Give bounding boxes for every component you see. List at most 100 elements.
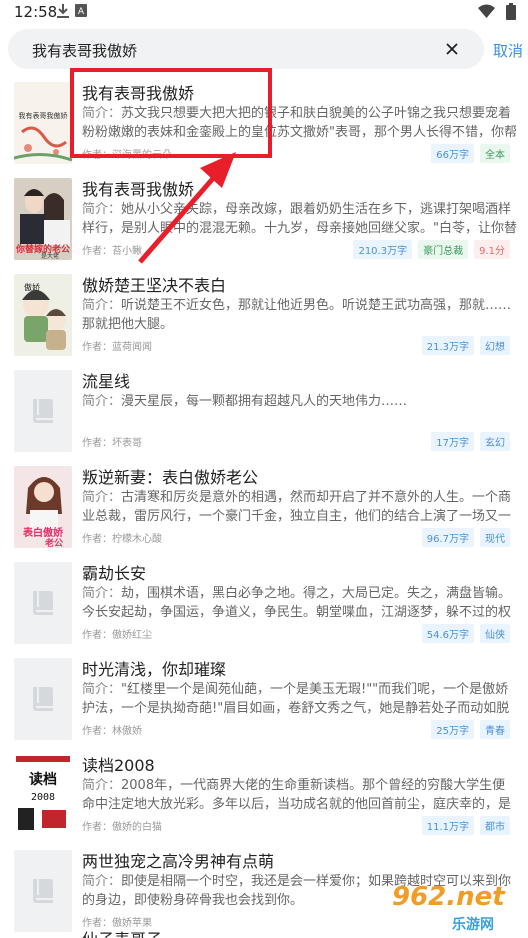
search-query-text: 我有表哥我傲娇: [32, 42, 138, 60]
book-author: 作者：柠檬木心酸: [82, 534, 162, 545]
desc-label: 简介：: [82, 202, 122, 217]
book-desc: 简介：2008年，一代商界大佬的生命重新读档。那个曾经的穷酸大学生便命中注定地大…: [82, 776, 518, 814]
clear-icon[interactable]: [444, 41, 460, 57]
word-count-tag: 210.3万字: [353, 240, 413, 259]
tag-group: 66万字 全本: [431, 144, 510, 163]
status-bar: 12:58 A: [0, 0, 528, 24]
book-title: 霸劫长安: [82, 564, 147, 583]
desc-label: 简介：: [82, 490, 122, 505]
book-desc: 简介：劫，围棋术语，黑白必争之地。得之，大局已定。失之，满盘皆输。今长安起劫，争…: [82, 584, 518, 622]
book-title: 流星线: [82, 372, 131, 391]
book-icon: [33, 879, 53, 903]
next-item-title-peek: 仙子表哥子: [82, 926, 162, 938]
book-cover-placeholder: [14, 370, 72, 452]
word-count-tag: 66万字: [431, 144, 474, 163]
category-tag: 现代: [480, 528, 510, 547]
svg-text:2008: 2008: [31, 792, 55, 803]
desc-label: 简介：: [82, 394, 122, 409]
status-tag: 全本: [480, 144, 510, 163]
book-author: 作者：苔小鳅: [82, 246, 142, 257]
word-count-tag: 21.3万字: [421, 336, 474, 355]
book-cover: 读档 2008: [14, 754, 72, 836]
desc-label: 简介：: [82, 874, 122, 889]
book-title: 两世独宠之高冷男神有点萌: [82, 852, 275, 871]
book-icon: [33, 687, 53, 711]
desc-label: 简介：: [82, 586, 122, 601]
svg-text:表白傲娇: 表白傲娇: [22, 526, 64, 539]
book-title: 读档2008: [82, 756, 155, 775]
battery-icon: [506, 3, 516, 20]
book-author: 作者：傲娇的白猫: [82, 822, 162, 833]
highlight-box: [70, 68, 272, 158]
result-item[interactable]: 霸劫长安 简介：劫，围棋术语，黑白必争之地。得之，大局已定。失之，满盘皆输。今长…: [0, 556, 528, 652]
book-title: 叛逆新妻：表白傲娇老公: [82, 468, 259, 487]
svg-text:我有表哥我傲娇: 我有表哥我傲娇: [19, 111, 68, 120]
book-cover: 傲娇: [14, 274, 72, 356]
book-desc: 简介：漫天星辰，每一颗都拥有超越凡人的天地伟力……: [82, 392, 518, 430]
desc-label: 简介：: [82, 778, 122, 793]
book-author: 作者：傲娇红尘: [82, 630, 152, 641]
svg-text:老公: 老公: [44, 537, 63, 548]
result-item[interactable]: 流星线 简介：漫天星辰，每一颗都拥有超越凡人的天地伟力…… 作者：坏表哥 17万…: [0, 364, 528, 460]
book-desc: 简介：听说楚王不近女色，那就让他近男色。听说楚王武功高强，那就……那就把他大腿。: [82, 296, 518, 334]
wifi-icon: [478, 4, 495, 18]
tag-group: 17万字 玄幻: [431, 432, 510, 451]
site-watermark: 962.net 乐游网: [392, 880, 522, 936]
svg-text:读档: 读档: [29, 771, 57, 788]
result-item[interactable]: 时光清浅，你却璀璨 简介："红楼里一个是阆苑仙葩，一个是美玉无瑕!""而我们呢，…: [0, 652, 528, 748]
category-tag: 仙侠: [480, 624, 510, 643]
svg-text:是大佬: 是大佬: [41, 252, 59, 260]
book-desc: 简介："红楼里一个是阆苑仙葩，一个是美玉无瑕!""而我们呢，一个是傲娇护法，一个…: [82, 680, 518, 718]
tag-group: 96.7万字 现代: [421, 528, 510, 547]
desc-text: 漫天星辰，每一颗都拥有超越凡人的天地伟力……: [121, 394, 408, 409]
book-author: 作者：蓝荷闻闻: [82, 342, 152, 353]
book-cover-placeholder: [14, 658, 72, 740]
result-item[interactable]: 你替嫁的老公 是大佬 我有表哥我傲娇 简介：她从小父亲失踪，母亲改嫁，跟着奶奶生…: [0, 172, 528, 268]
result-item[interactable]: 读档 2008 读档2008 简介：2008年，一代商界大佬的生命重新读档。那个…: [0, 748, 528, 844]
book-cover: 我有表哥我傲娇: [14, 82, 72, 164]
watermark-brand: 962.net: [392, 882, 505, 912]
download-icon: [57, 4, 69, 18]
book-cover: 表白傲娇 老公: [14, 466, 72, 548]
svg-text:傲娇: 傲娇: [24, 282, 40, 292]
category-tag: 幻想: [480, 336, 510, 355]
desc-text: "红楼里一个是阆苑仙葩，一个是美玉无瑕!""而我们呢，一个是傲娇护法，一个是执拗…: [82, 682, 510, 716]
result-item[interactable]: 傲娇 傲娇楚王坚决不表白 简介：听说楚王不近女色，那就让他近男色。听说楚王武功高…: [0, 268, 528, 364]
tag-group: 25万字 青春: [431, 720, 510, 739]
word-count-tag: 25万字: [431, 720, 474, 739]
search-input[interactable]: 我有表哥我傲娇: [8, 29, 484, 69]
book-author: 作者：林傲娇: [82, 726, 142, 737]
app-a-icon: A: [75, 4, 87, 17]
category-tag: 豪门总裁: [418, 240, 469, 259]
category-tag: 青春: [480, 720, 510, 739]
tag-group: 11.1万字 都市: [421, 816, 510, 835]
desc-text: 2008年，一代商界大佬的生命重新读档。那个曾经的穷酸大学生便命中注定地大放光彩…: [82, 778, 512, 812]
cancel-button[interactable]: 取消: [493, 40, 523, 61]
book-cover-placeholder: [14, 562, 72, 644]
book-icon: [33, 591, 53, 615]
book-author: 作者：坏表哥: [82, 438, 142, 449]
book-cover: 你替嫁的老公 是大佬: [14, 178, 72, 260]
result-item[interactable]: 表白傲娇 老公 叛逆新妻：表白傲娇老公 简介：古清寒和厉炎是意外的相遇，然而却开…: [0, 460, 528, 556]
desc-text: 古清寒和厉炎是意外的相遇，然而却开启了并不意外的人生。一个商业总裁，雷厉风行，一…: [82, 490, 512, 524]
tag-group: 21.3万字 幻想: [421, 336, 510, 355]
category-tag: 玄幻: [480, 432, 510, 451]
tag-group: 54.6万字 仙侠: [421, 624, 510, 643]
book-title: 傲娇楚王坚决不表白: [82, 276, 227, 295]
word-count-tag: 11.1万字: [421, 816, 474, 835]
book-title: 我有表哥我傲娇: [82, 180, 195, 199]
book-icon: [33, 399, 53, 423]
book-cover-placeholder: [14, 850, 72, 932]
word-count-tag: 96.7万字: [421, 528, 474, 547]
status-time: 12:58: [14, 3, 58, 21]
desc-label: 简介：: [82, 298, 122, 313]
watermark-sub: 乐游网: [452, 917, 494, 933]
desc-text: 听说楚王不近女色，那就让他近男色。听说楚王武功高强，那就……那就把他大腿。: [82, 298, 512, 332]
svg-text:A: A: [78, 7, 85, 17]
category-tag: 都市: [480, 816, 510, 835]
word-count-tag: 17万字: [431, 432, 474, 451]
book-title: 时光清浅，你却璀璨: [82, 660, 227, 679]
rating-tag: 9.1分: [474, 240, 510, 259]
desc-text: 劫，围棋术语，黑白必争之地。得之，大局已定。失之，满盘皆输。今长安起劫，争国运，…: [82, 586, 512, 620]
book-desc: 简介：她从小父亲失踪，母亲改嫁，跟着奶奶生活在乡下，逃课打架喝酒样样行，是别人眼…: [82, 200, 518, 238]
